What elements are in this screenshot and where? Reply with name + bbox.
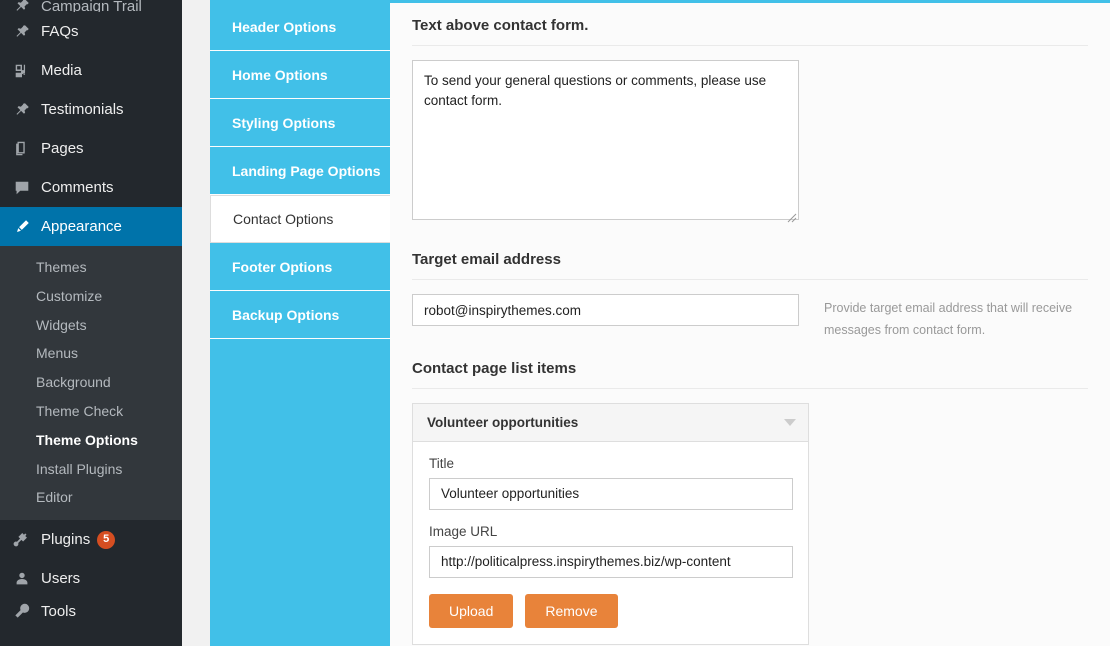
appearance-brush-icon — [12, 217, 32, 237]
sidebar-item-label: Users — [41, 570, 81, 588]
tab-label: Landing Page Options — [232, 162, 381, 179]
sidebar-item-campaign-trail[interactable]: Campaign Trail — [0, 0, 182, 12]
submenu-item-customize[interactable]: Customize — [0, 282, 182, 311]
sidebar-item-label: Pages — [41, 140, 84, 157]
media-icon — [12, 61, 32, 81]
sidebar-item-faqs[interactable]: FAQs — [0, 12, 182, 51]
tab-styling-options[interactable]: Styling Options — [210, 99, 390, 147]
submenu-item-editor[interactable]: Editor — [0, 483, 182, 512]
list-item-accordion-body: Title Image URL Upload Remove — [413, 442, 808, 644]
sidebar-item-users[interactable]: Users — [0, 559, 182, 598]
comments-icon — [12, 178, 32, 198]
sidebar-item-label: Tools — [41, 602, 77, 620]
sidebar-item-plugins[interactable]: Plugins 5 — [0, 520, 182, 559]
sidebar-item-label: Appearance — [41, 218, 122, 235]
tab-label: Contact Options — [233, 211, 334, 227]
text-above-form-field: To send your general questions or commen… — [412, 60, 799, 225]
target-email-description: Provide target email address that will r… — [824, 301, 1073, 337]
content-wrap: Header Options Home Options Styling Opti… — [182, 0, 1110, 646]
options-tab-list: Header Options Home Options Styling Opti… — [210, 3, 391, 646]
sidebar-item-comments[interactable]: Comments — [0, 168, 182, 207]
tab-label: Footer Options — [232, 258, 333, 275]
contact-options-form: Text above contact form. To send your ge… — [390, 3, 1110, 646]
pin-icon — [12, 100, 32, 120]
sidebar-item-label: Media — [41, 62, 82, 79]
users-icon — [12, 569, 32, 589]
tab-label: Home Options — [232, 66, 328, 83]
admin-sidebar: Campaign Trail FAQs Media Testimonials P — [0, 0, 182, 646]
list-item-title-input[interactable] — [429, 477, 793, 510]
text-above-form-textarea[interactable]: To send your general questions or commen… — [412, 60, 799, 220]
title-field-label: Title — [429, 455, 455, 471]
submenu-item-themes[interactable]: Themes — [0, 253, 182, 282]
upload-button[interactable]: Upload — [429, 593, 514, 628]
admin-screen: Campaign Trail FAQs Media Testimonials P — [0, 0, 1110, 646]
tab-list-filler — [210, 339, 390, 639]
list-item-accordion-title: Volunteer opportunities — [427, 414, 579, 430]
sidebar-item-media[interactable]: Media — [0, 51, 182, 90]
tab-footer-options[interactable]: Footer Options — [210, 243, 390, 291]
submenu-item-theme-check[interactable]: Theme Check — [0, 397, 182, 426]
plugins-update-badge: 5 — [97, 530, 116, 549]
left-gutter — [182, 0, 210, 646]
sidebar-item-testimonials[interactable]: Testimonials — [0, 90, 182, 129]
sidebar-item-label: Testimonials — [41, 101, 124, 118]
tab-backup-options[interactable]: Backup Options — [210, 291, 390, 339]
list-items-heading: Contact page list items — [412, 360, 1088, 389]
remove-button[interactable]: Remove — [525, 593, 618, 628]
target-email-heading: Target email address — [412, 251, 1088, 280]
sidebar-item-label: FAQs — [41, 23, 79, 40]
tab-landing-page-options[interactable]: Landing Page Options — [210, 147, 390, 195]
submenu-item-widgets[interactable]: Widgets — [0, 311, 182, 340]
target-email-row: Provide target email address that will r… — [412, 294, 1088, 342]
image-url-field-label: Image URL — [429, 523, 498, 539]
sidebar-item-appearance[interactable]: Appearance — [0, 207, 182, 246]
sidebar-item-label: Plugins — [41, 531, 91, 549]
appearance-submenu: Themes Customize Widgets Menus Backgroun… — [0, 246, 182, 521]
submenu-item-theme-options[interactable]: Theme Options — [0, 426, 182, 455]
chevron-down-icon[interactable] — [784, 418, 796, 426]
theme-options-panel: Header Options Home Options Styling Opti… — [210, 0, 1110, 646]
tab-contact-options[interactable]: Contact Options — [210, 195, 391, 243]
target-email-field — [412, 294, 802, 326]
tab-label: Backup Options — [232, 306, 340, 323]
tab-label: Styling Options — [232, 114, 336, 131]
sidebar-item-label: Campaign Trail — [41, 0, 142, 12]
tab-label: Header Options — [232, 18, 337, 35]
submenu-item-background[interactable]: Background — [0, 368, 182, 397]
text-above-form-heading: Text above contact form. — [412, 17, 1088, 46]
list-item-accordion: Volunteer opportunities Title Image URL … — [412, 402, 809, 645]
list-item-accordion-header[interactable]: Volunteer opportunities — [413, 403, 808, 442]
tab-home-options[interactable]: Home Options — [210, 51, 390, 99]
pin-icon — [12, 0, 32, 12]
plugins-icon — [12, 530, 32, 550]
sidebar-item-label: Comments — [41, 179, 114, 196]
sidebar-item-pages[interactable]: Pages — [0, 129, 182, 168]
tools-icon — [12, 601, 32, 621]
submenu-item-menus[interactable]: Menus — [0, 339, 182, 368]
tab-header-options[interactable]: Header Options — [210, 3, 390, 51]
pages-icon — [12, 139, 32, 159]
upload-remove-button-row: Upload Remove — [429, 593, 792, 628]
pin-icon — [12, 22, 32, 42]
list-item-image-url-input[interactable] — [429, 545, 793, 578]
submenu-item-install-plugins[interactable]: Install Plugins — [0, 455, 182, 484]
target-email-input[interactable] — [412, 294, 799, 326]
sidebar-item-tools[interactable]: Tools — [0, 598, 182, 624]
